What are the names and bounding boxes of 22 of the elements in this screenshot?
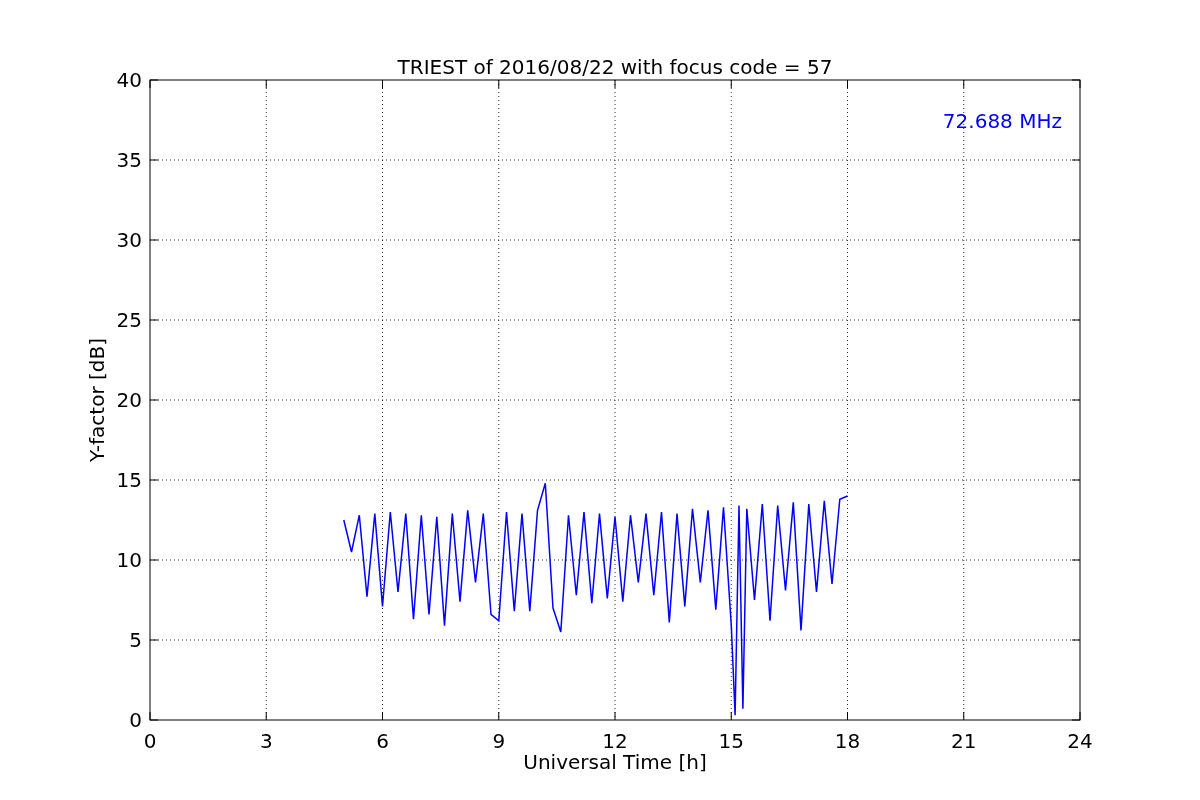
y-tick-label: 10: [116, 548, 142, 572]
x-tick-label: 9: [492, 729, 506, 753]
x-tick-label: 0: [143, 729, 157, 753]
x-tick-label: 3: [259, 729, 273, 753]
x-tick-label: 18: [834, 729, 861, 753]
y-tick-label: 30: [116, 228, 142, 252]
chart-title: TRIEST of 2016/08/22 with focus code = 57: [397, 55, 833, 79]
x-tick-label: 15: [718, 729, 744, 753]
y-tick-label: 15: [116, 468, 142, 492]
y-tick-label: 40: [116, 68, 142, 92]
x-tick-label: 24: [1067, 729, 1093, 753]
y-axis-label: Y-factor [dB]: [85, 338, 109, 462]
frequency-label: 72.688 MHz: [942, 109, 1062, 133]
y-tick-label: 5: [129, 628, 142, 652]
y-tick-label: 20: [116, 388, 142, 412]
y-tick-label: 25: [116, 308, 142, 332]
x-tick-label: 21: [951, 729, 977, 753]
x-tick-label: 6: [376, 729, 389, 753]
y-tick-label: 0: [129, 708, 142, 732]
x-axis-label: Universal Time [h]: [523, 750, 707, 774]
y-tick-label: 35: [116, 148, 142, 172]
x-tick-label: 12: [602, 729, 628, 753]
